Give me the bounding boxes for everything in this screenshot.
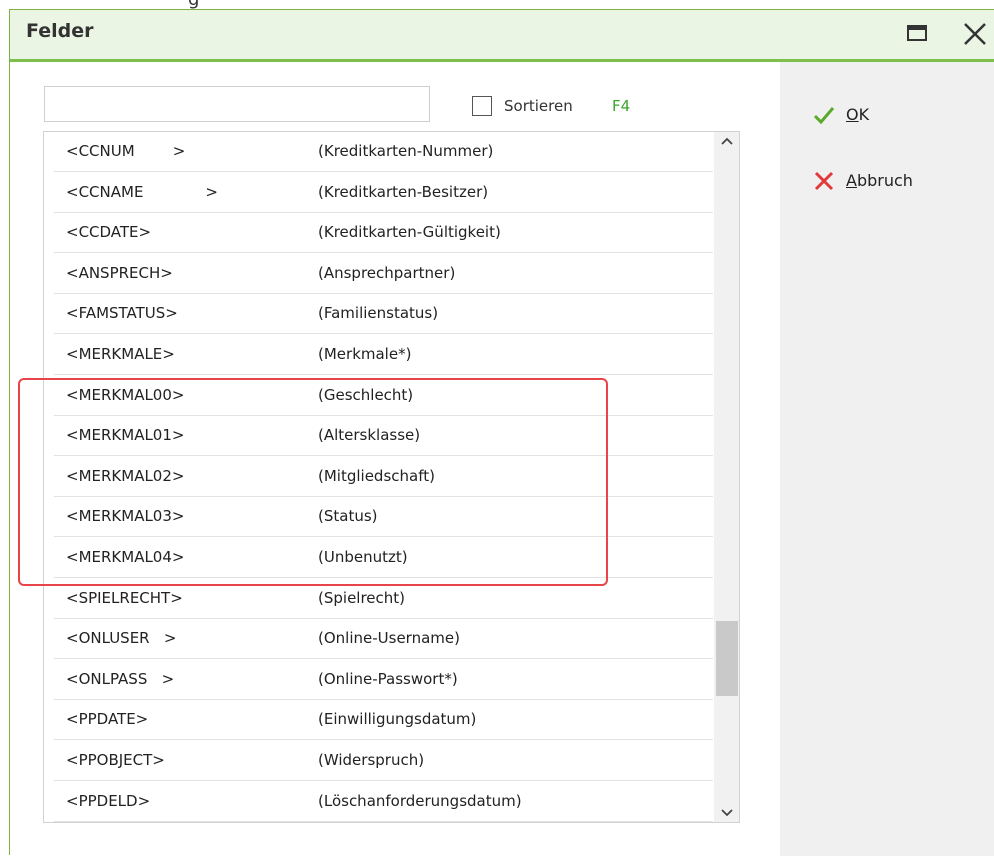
field-description: (Online-Username) <box>318 629 460 648</box>
list-item[interactable]: <MERKMAL02> (Mitgliedschaft) <box>54 457 713 497</box>
field-description: (Kreditkarten-Besitzer) <box>318 182 489 201</box>
field-description: (Kreditkarten-Nummer) <box>318 142 494 160</box>
field-description: (Geschlecht) <box>318 385 414 404</box>
sort-checkbox[interactable] <box>472 96 492 116</box>
window-title: Felder <box>26 20 94 42</box>
field-description: (Unbenutzt) <box>318 548 408 566</box>
field-description: (Ansprechpartner) <box>318 263 456 282</box>
scroll-up-icon[interactable] <box>719 134 735 150</box>
maximize-button[interactable] <box>906 23 932 45</box>
field-code: <MERKMAL03> <box>66 507 185 526</box>
sort-shortcut-hint: F4 <box>612 97 631 115</box>
field-description: (Spielrecht) <box>318 588 406 607</box>
field-description: (Kreditkarten-Gültigkeit) <box>318 223 501 242</box>
cropped-top-text: g <box>0 0 994 10</box>
field-description: (Familienstatus) <box>318 304 439 323</box>
field-description: (Status) <box>318 507 378 526</box>
field-code: <MERKMAL01> <box>66 426 185 445</box>
vertical-scrollbar[interactable] <box>714 132 739 822</box>
list-item[interactable]: <PPDELD> (Löschanforderungsdatum) <box>54 782 713 822</box>
field-code: <CCNAME > <box>66 182 218 201</box>
list-item[interactable]: <MERKMAL04> (Unbenutzt) <box>54 538 713 578</box>
field-code: <PPDELD> <box>66 791 151 810</box>
field-code: <MERKMAL04> <box>66 548 185 566</box>
scroll-down-icon[interactable] <box>719 804 735 820</box>
list-item[interactable]: <CCNUM > (Kreditkarten-Nummer) <box>54 132 713 172</box>
field-description: (Online-Passwort*) <box>318 669 458 688</box>
field-description: (Einwilligungsdatum) <box>318 710 477 729</box>
field-code: <ANSPRECH> <box>66 263 173 282</box>
sort-label: Sortieren <box>504 97 573 115</box>
scroll-thumb[interactable] <box>716 621 738 696</box>
field-code: <CCNUM > <box>66 142 186 160</box>
field-description: (Widerspruch) <box>318 751 425 769</box>
list-item[interactable]: <PPDATE> (Einwilligungsdatum) <box>54 700 713 741</box>
field-list[interactable]: <CCNUM > (Kreditkarten-Nummer) <CCNAME > (K… <box>43 131 740 823</box>
list-item[interactable]: <MERKMAL00> (Geschlecht) <box>54 376 713 416</box>
field-description: (Löschanforderungsdatum) <box>318 791 522 810</box>
close-button[interactable] <box>960 19 990 49</box>
maximize-icon <box>907 25 927 41</box>
list-item[interactable]: <MERKMAL01> (Altersklasse) <box>54 416 713 457</box>
list-item[interactable]: <MERKMAL03> (Status) <box>54 497 713 538</box>
field-code: <PPOBJECT> <box>66 751 165 769</box>
list-item[interactable]: <CCNAME > (Kreditkarten-Besitzer) <box>54 173 713 213</box>
field-code: <MERKMAL00> <box>66 385 185 404</box>
list-item[interactable]: <CCDATE> (Kreditkarten-Gültigkeit) <box>54 213 713 254</box>
title-bar: Felder <box>10 10 994 62</box>
field-code: <MERKMAL02> <box>66 466 185 485</box>
field-description: (Merkmale*) <box>318 345 412 363</box>
field-code: <PPDATE> <box>66 710 149 729</box>
list-item[interactable]: <PPOBJECT> (Widerspruch) <box>54 741 713 781</box>
cancel-label: Abbruch <box>846 171 913 190</box>
list-item[interactable]: <MERKMALE> (Merkmale*) <box>54 335 713 375</box>
list-item[interactable]: <FAMSTATUS> (Familienstatus) <box>54 294 713 335</box>
list-item[interactable]: <ONLPASS > (Online-Passwort*) <box>54 660 713 700</box>
field-description: (Altersklasse) <box>318 426 421 445</box>
field-code: <ONLPASS > <box>66 669 175 688</box>
close-icon <box>964 23 986 45</box>
field-code: <FAMSTATUS> <box>66 304 178 323</box>
list-item[interactable]: <SPIELRECHT> (Spielrecht) <box>54 579 713 619</box>
field-description: (Mitgliedschaft) <box>318 466 435 485</box>
search-input[interactable] <box>44 86 430 122</box>
list-item[interactable]: <ANSPRECH> (Ansprechpartner) <box>54 254 713 294</box>
field-code: <ONLUSER > <box>66 629 177 648</box>
field-code: <MERKMALE> <box>66 345 175 363</box>
ok-label: OK <box>846 105 870 124</box>
cancel-x-icon <box>814 171 834 191</box>
list-item[interactable]: <ONLUSER > (Online-Username) <box>54 619 713 660</box>
field-code: <SPIELRECHT> <box>66 588 183 607</box>
field-code: <CCDATE> <box>66 223 152 242</box>
checkmark-icon <box>813 107 835 125</box>
